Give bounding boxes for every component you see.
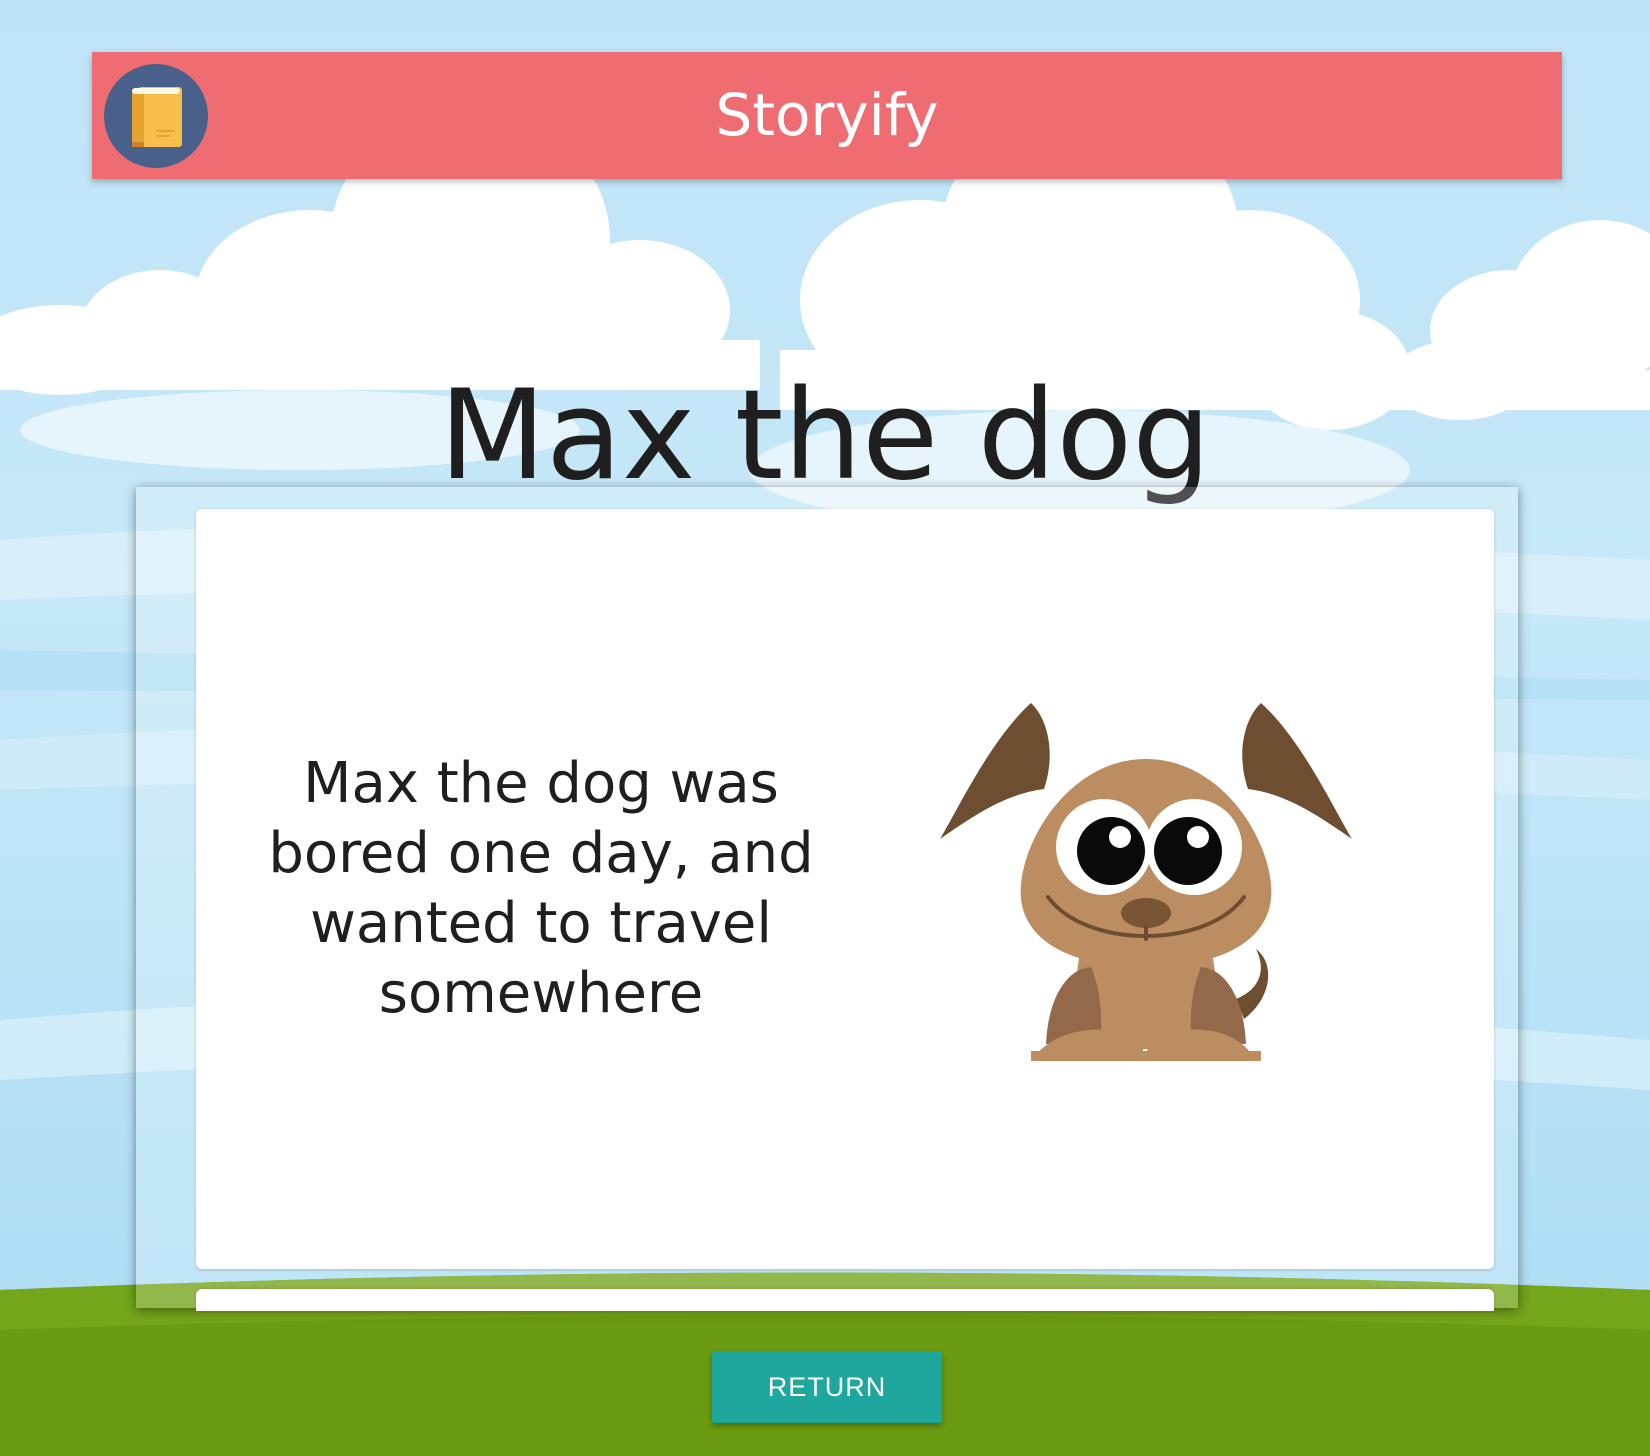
return-button[interactable]: RETURN xyxy=(712,1351,942,1423)
next-page-edge xyxy=(196,1289,1494,1311)
story-book: Max the dog was bored one day, and wante… xyxy=(136,487,1518,1311)
dog-illustration xyxy=(940,703,1352,1061)
app-header: Storyify xyxy=(92,52,1562,179)
app-title: Storyify xyxy=(715,81,939,149)
story-page-text: Max the dog was bored one day, and wante… xyxy=(268,751,814,1026)
app-screen: Storyify Max the dog Max the dog was bor… xyxy=(0,0,1650,1456)
story-page[interactable]: Max the dog was bored one day, and wante… xyxy=(196,509,1494,1269)
